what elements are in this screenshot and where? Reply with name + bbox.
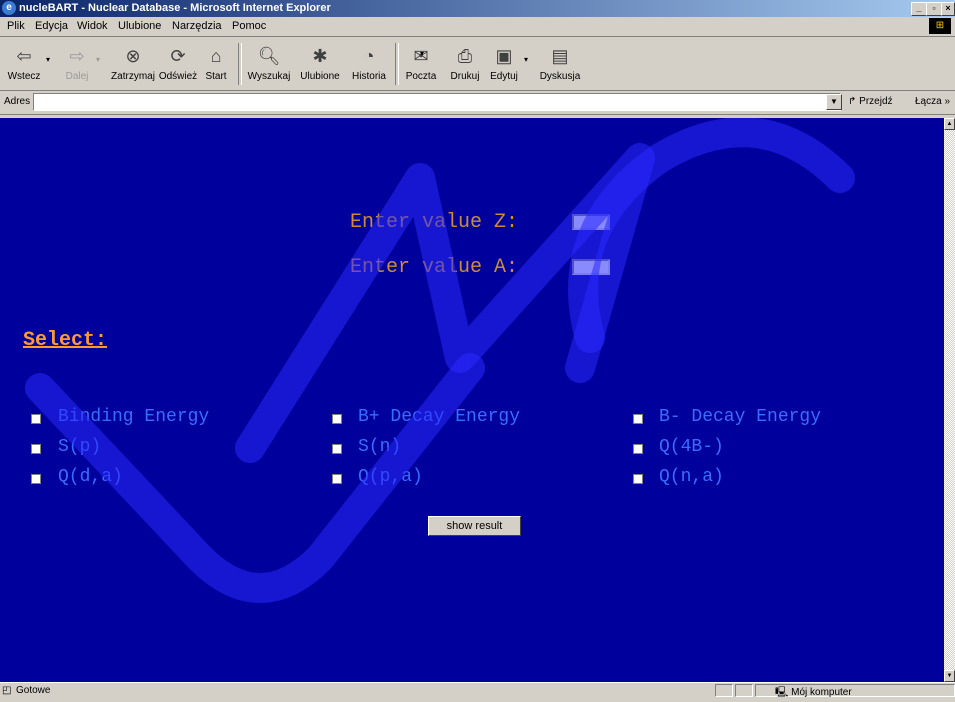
- prompt-z-label: Enter value Z:: [350, 211, 519, 234]
- go-arrow-icon: ↱: [848, 96, 857, 107]
- prompt-a-label: Enter value A:: [350, 256, 519, 279]
- menu-ulubione[interactable]: Ulubione: [118, 20, 161, 32]
- minimize-button[interactable]: _: [911, 2, 927, 16]
- ie-logo-icon: e: [2, 1, 16, 15]
- history-icon: ◔: [363, 46, 375, 66]
- bminus-decay-checkbox[interactable]: [633, 414, 643, 424]
- printer-icon: ⎙: [457, 46, 473, 66]
- qpa-label: Q(p,a): [358, 467, 423, 487]
- history-button[interactable]: ◔ Historia: [346, 41, 392, 82]
- home-button[interactable]: ⌂ Start: [198, 41, 234, 82]
- home-icon: ⌂: [210, 46, 222, 66]
- back-button[interactable]: ⇦ Wstecz: [4, 41, 44, 82]
- discuss-button[interactable]: ▤ Dyskusja: [536, 41, 584, 82]
- go-button[interactable]: ↱ Przejdź: [848, 96, 893, 107]
- forward-button[interactable]: ⇨ Dalej: [58, 41, 96, 82]
- address-bar: Adres ▼ ↱ Przejdź Łącza »: [0, 91, 955, 115]
- bplus-decay-checkbox[interactable]: [332, 414, 342, 424]
- title-bar: e nucleBART - Nuclear Database - Microso…: [0, 0, 955, 17]
- refresh-icon: ⟳: [170, 46, 186, 66]
- forward-dropdown-icon[interactable]: ▾: [96, 55, 100, 64]
- stop-button[interactable]: ⊗ Zatrzymaj: [110, 41, 156, 82]
- status-pane: [715, 684, 733, 697]
- windows-logo-icon: ⊞: [929, 18, 951, 34]
- maximize-button[interactable]: ▫: [926, 2, 942, 16]
- qda-checkbox[interactable]: [31, 474, 41, 484]
- forward-arrow-icon: ⇨: [69, 46, 85, 66]
- refresh-button[interactable]: ⟳ Odśwież: [156, 41, 200, 82]
- bplus-decay-label: B+ Decay Energy: [358, 407, 521, 427]
- search-button[interactable]: 🔍︎ Wyszukaj: [244, 41, 294, 82]
- q4bminus-checkbox[interactable]: [633, 444, 643, 454]
- menu-narzedzia[interactable]: Narzędzia: [172, 20, 222, 32]
- status-pane: [735, 684, 753, 697]
- toolbar-separator: [238, 43, 242, 85]
- search-icon: 🔍︎: [257, 46, 281, 66]
- favorites-button[interactable]: ✱ Ulubione: [294, 41, 346, 82]
- show-result-button[interactable]: show result: [428, 516, 521, 536]
- a-value-input[interactable]: [572, 259, 610, 275]
- address-input[interactable]: [33, 93, 841, 111]
- q4bminus-label: Q(4B-): [659, 437, 724, 457]
- close-button[interactable]: ×: [941, 2, 955, 16]
- window-title: nucleBART - Nuclear Database - Microsoft…: [19, 2, 331, 14]
- print-button[interactable]: ⎙ Drukuj: [446, 41, 484, 82]
- stop-icon: ⊗: [125, 46, 141, 66]
- address-dropdown-icon[interactable]: ▼: [826, 94, 842, 110]
- edit-button[interactable]: ▣ Edytuj: [486, 41, 522, 82]
- computer-icon: 🖳︎: [775, 687, 789, 698]
- sp-checkbox[interactable]: [31, 444, 41, 454]
- menu-bar: Plik Edycja Widok Ulubione Narzędzia Pom…: [0, 17, 955, 37]
- vertical-scrollbar[interactable]: ▲ ▼: [944, 118, 955, 682]
- bminus-decay-label: B- Decay Energy: [659, 407, 822, 427]
- menu-plik[interactable]: Plik: [7, 20, 25, 32]
- sp-label: S(p): [58, 437, 102, 457]
- back-dropdown-icon[interactable]: ▾: [46, 55, 50, 64]
- sn-checkbox[interactable]: [332, 444, 342, 454]
- toolbar-separator: [395, 43, 399, 85]
- favorites-icon: ✱: [312, 46, 328, 66]
- menu-edycja[interactable]: Edycja: [35, 20, 68, 32]
- address-label: Adres: [4, 96, 31, 107]
- qda-label: Q(d,a): [58, 467, 123, 487]
- qna-label: Q(n,a): [659, 467, 724, 487]
- links-button[interactable]: Łącza »: [915, 96, 950, 107]
- scroll-up-icon[interactable]: ▲: [944, 118, 955, 130]
- qna-checkbox[interactable]: [633, 474, 643, 484]
- umcs-watermark: [25, 118, 855, 603]
- back-arrow-icon: ⇦: [16, 46, 32, 66]
- discuss-icon: ▤: [551, 46, 569, 66]
- status-text: Gotowe: [16, 685, 51, 696]
- scroll-down-icon[interactable]: ▼: [944, 670, 955, 682]
- toolbar: ⇦ Wstecz ▾ ⇨ Dalej ▾ ⊗ Zatrzymaj ⟳ Odświ…: [0, 37, 955, 91]
- binding-energy-label: Binding Energy: [58, 407, 210, 427]
- page-content: Enter value Z: Enter value A: Select: Bi…: [0, 118, 944, 682]
- menu-widok[interactable]: Widok: [77, 20, 108, 32]
- qpa-checkbox[interactable]: [332, 474, 342, 484]
- zone-label: 🖳︎ Mój komputer: [775, 687, 852, 698]
- select-heading: Select:: [23, 329, 108, 352]
- edit-dropdown-icon[interactable]: ▾: [524, 55, 528, 64]
- mail-dropdown-icon[interactable]: ▾: [420, 49, 424, 58]
- page-status-icon: ◰: [2, 685, 12, 696]
- mail-button[interactable]: ✉ Poczta: [400, 41, 442, 82]
- status-bar: ◰ Gotowe 🖳︎ Mój komputer: [0, 682, 955, 699]
- binding-energy-checkbox[interactable]: [31, 414, 41, 424]
- z-value-input[interactable]: [572, 214, 610, 230]
- sn-label: S(n): [358, 437, 402, 457]
- edit-icon: ▣: [495, 46, 513, 66]
- menu-pomoc[interactable]: Pomoc: [232, 20, 266, 32]
